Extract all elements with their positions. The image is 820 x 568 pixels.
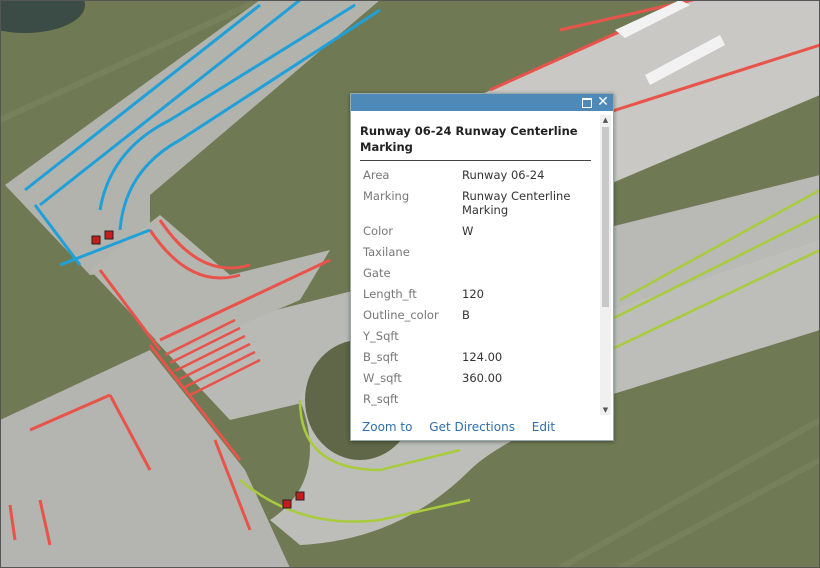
attribute-row: W_sqft 360.00 [360, 371, 596, 392]
attribute-row: Y_Sqft [360, 329, 596, 350]
attribute-label: Outline_color [363, 308, 439, 322]
attribute-label: Length_ft [363, 287, 417, 301]
attribute-label: Marking [363, 189, 410, 203]
attribute-label: Color [363, 224, 394, 238]
attribute-label: Taxilane [363, 245, 410, 259]
attribute-value [459, 266, 596, 287]
attribute-value: Runway Centerline Marking [462, 189, 571, 217]
attribute-label: B_sqft [363, 350, 399, 364]
popup-title: Runway 06-24 Runway Centerline Marking [360, 123, 591, 161]
maximize-icon[interactable] [579, 95, 593, 109]
attribute-value: B [462, 308, 470, 322]
attribute-label: Area [363, 168, 390, 182]
attribute-row: R_sqft [360, 392, 596, 413]
get-directions-link[interactable]: Get Directions [429, 420, 515, 434]
attribute-value: Runway 06-24 [462, 168, 545, 182]
attribute-value: 124.00 [462, 350, 503, 364]
popup-scrollbar[interactable]: ▲ ▼ [600, 115, 611, 415]
attribute-label: W_sqft [363, 371, 402, 385]
attribute-row: Taxilane [360, 245, 596, 266]
attribute-row: Length_ft 120 [360, 287, 596, 308]
edit-link[interactable]: Edit [532, 420, 555, 434]
close-icon[interactable]: ✕ [596, 95, 610, 109]
popup-content[interactable]: Runway 06-24 Runway Centerline Marking A… [351, 112, 599, 416]
attribute-row: Color W [360, 224, 596, 245]
attribute-row: Area Runway 06-24 [360, 168, 596, 189]
attribute-table: Area Runway 06-24 Marking Runway Centerline… [360, 168, 596, 413]
attribute-row: Outline_color B [360, 308, 596, 329]
zoom-to-link[interactable]: Zoom to [362, 420, 412, 434]
attribute-label: R_sqft [363, 392, 399, 406]
attribute-value: W [462, 224, 474, 238]
attribute-row: Gate [360, 266, 596, 287]
attribute-value [459, 245, 596, 266]
attribute-label: Gate [363, 266, 391, 280]
scroll-up-arrow-icon[interactable]: ▲ [600, 115, 611, 125]
scroll-down-arrow-icon[interactable]: ▼ [600, 405, 611, 415]
attribute-value: 120 [462, 287, 484, 301]
attribute-value: 360.00 [462, 371, 503, 385]
attribute-row: Marking Runway Centerline Marking [360, 189, 596, 224]
info-popup: ✕ Runway 06-24 Runway Centerline Marking… [350, 93, 614, 441]
attribute-value [459, 329, 596, 350]
attribute-value [459, 392, 596, 413]
attribute-row: B_sqft 124.00 [360, 350, 596, 371]
popup-actions: Zoom to Get Directions Edit [362, 420, 568, 434]
popup-titlebar: ✕ [351, 94, 613, 111]
scroll-thumb[interactable] [602, 127, 609, 307]
attribute-label: Y_Sqft [363, 329, 399, 343]
